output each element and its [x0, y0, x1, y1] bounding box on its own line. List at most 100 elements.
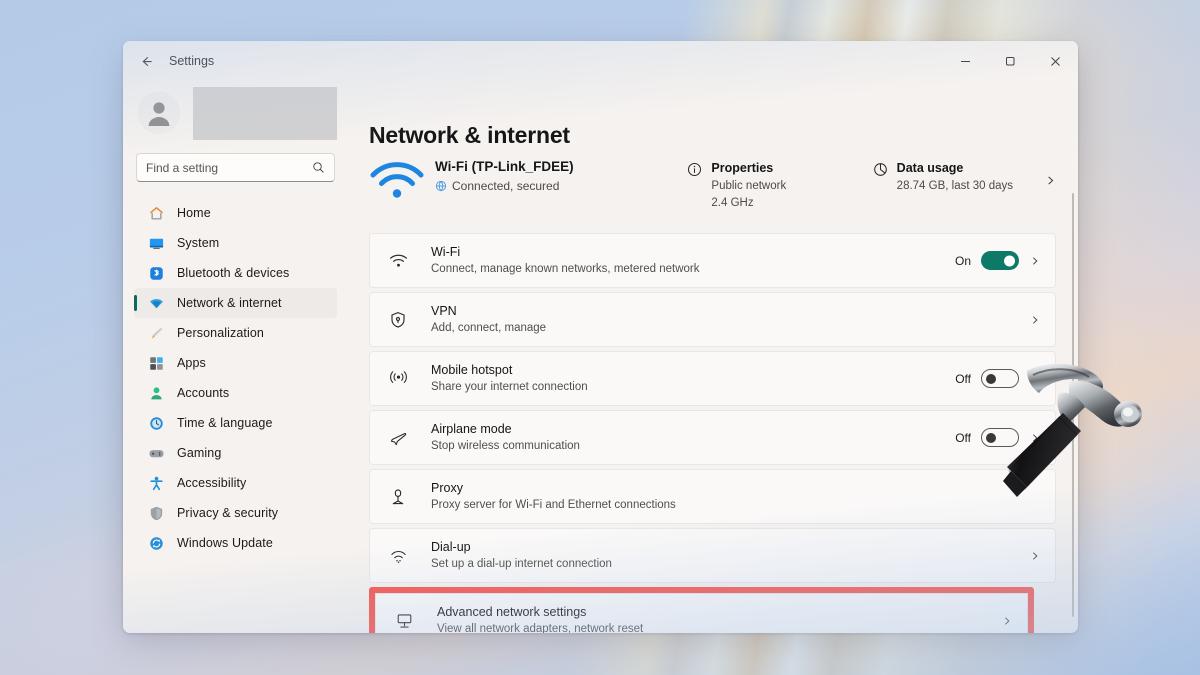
- proxy-icon: [387, 488, 409, 506]
- sidebar-item-home[interactable]: Home: [134, 198, 337, 228]
- row-title: Dial-up: [431, 540, 471, 554]
- advanced-network-icon: [393, 612, 415, 630]
- sidebar-item-privacy-security[interactable]: Privacy & security: [134, 498, 337, 528]
- wifi-icon: [387, 253, 409, 269]
- row-subtitle: Add, connect, manage: [431, 322, 547, 334]
- mobile-hotspot-toggle[interactable]: [981, 369, 1019, 388]
- mobile-hotspot-icon: [387, 370, 409, 388]
- maximize-button[interactable]: [988, 41, 1033, 81]
- chevron-right-icon[interactable]: [1029, 256, 1041, 266]
- window-controls: [943, 41, 1078, 81]
- sidebar-item-label: Bluetooth & devices: [177, 266, 290, 280]
- settings-row-mobile-hotspot[interactable]: Mobile hotspot Share your internet conne…: [369, 351, 1056, 406]
- sidebar-item-accounts[interactable]: Accounts: [134, 378, 337, 408]
- sidebar-item-label: Home: [177, 206, 211, 220]
- row-controls: Off: [955, 369, 1041, 388]
- settings-rows: Wi-Fi Connect, manage known networks, me…: [369, 233, 1078, 633]
- settings-window: Settings Find a setting Home System Blue…: [123, 41, 1078, 633]
- data-usage-card[interactable]: Data usage 28.74 GB, last 30 days: [873, 155, 1056, 193]
- sidebar-item-bluetooth-devices[interactable]: Bluetooth & devices: [134, 258, 337, 288]
- row-title: Proxy: [431, 481, 463, 495]
- window-titlebar: Settings: [123, 41, 1078, 81]
- sidebar-item-system[interactable]: System: [134, 228, 337, 258]
- globe-icon: [435, 180, 447, 192]
- sidebar-item-label: Personalization: [177, 326, 264, 340]
- sidebar-item-label: Apps: [177, 356, 206, 370]
- settings-row-vpn[interactable]: VPN Add, connect, manage: [369, 292, 1056, 347]
- row-subtitle: Share your internet connection: [431, 381, 588, 393]
- settings-row-dial-up[interactable]: Dial-up Set up a dial-up internet connec…: [369, 528, 1056, 583]
- settings-row-advanced-network-settings[interactable]: Advanced network settings View all netwo…: [375, 593, 1028, 633]
- page-title: Network & internet: [369, 122, 570, 148]
- sidebar-item-windows-update[interactable]: Windows Update: [134, 528, 337, 558]
- settings-row-wifi[interactable]: Wi-Fi Connect, manage known networks, me…: [369, 233, 1056, 288]
- airplane-icon: [387, 429, 409, 447]
- update-icon: [147, 534, 165, 552]
- wifi-toggle[interactable]: [981, 251, 1019, 270]
- row-subtitle: Set up a dial-up internet connection: [431, 558, 612, 570]
- apps-icon: [147, 354, 165, 372]
- row-title: Advanced network settings: [437, 605, 587, 619]
- accessibility-icon: [147, 474, 165, 492]
- shield-icon: [147, 504, 165, 522]
- chevron-right-icon[interactable]: [1001, 616, 1013, 626]
- sidebar-item-label: Time & language: [177, 416, 273, 430]
- properties-card[interactable]: Properties Public network 2.4 GHz: [687, 155, 872, 210]
- content-scrollbar[interactable]: [1072, 193, 1074, 617]
- row-subtitle: Proxy server for Wi-Fi and Ethernet conn…: [431, 499, 676, 511]
- sidebar-item-network-internet[interactable]: Network & internet: [134, 288, 337, 318]
- sidebar-item-gaming[interactable]: Gaming: [134, 438, 337, 468]
- row-title: Wi-Fi: [431, 245, 461, 259]
- row-controls: On: [955, 251, 1041, 270]
- sidebar-item-label: System: [177, 236, 220, 250]
- settings-row-proxy[interactable]: Proxy Proxy server for Wi-Fi and Etherne…: [369, 469, 1056, 524]
- data-usage-title: Data usage: [896, 161, 964, 175]
- chevron-right-icon[interactable]: [1029, 374, 1041, 384]
- content-pane: Network & internet Wi-Fi (TP-Link_FDEE): [348, 81, 1078, 633]
- sidebar-item-accessibility[interactable]: Accessibility: [134, 468, 337, 498]
- chevron-right-icon[interactable]: [1029, 551, 1041, 561]
- airplane-mode-toggle[interactable]: [981, 428, 1019, 447]
- toggle-state-label: Off: [955, 371, 971, 386]
- close-button[interactable]: [1033, 41, 1078, 81]
- sidebar-item-apps[interactable]: Apps: [134, 348, 337, 378]
- highlight-box-advanced-network-settings: Advanced network settings View all netwo…: [369, 587, 1034, 633]
- row-controls: [1029, 551, 1041, 561]
- settings-row-airplane-mode[interactable]: Airplane mode Stop wireless communicatio…: [369, 410, 1056, 465]
- vpn-shield-icon: [387, 311, 409, 329]
- info-icon: [687, 162, 702, 177]
- account-name-redacted: [193, 86, 337, 140]
- row-title: VPN: [431, 304, 457, 318]
- sidebar-item-label: Network & internet: [177, 296, 282, 310]
- toggle-state-label: Off: [955, 430, 971, 445]
- home-icon: [147, 204, 165, 222]
- row-subtitle: Stop wireless communication: [431, 440, 580, 452]
- minimize-button[interactable]: [943, 41, 988, 81]
- sidebar-item-label: Accessibility: [177, 476, 247, 490]
- wifi-signal-icon: [369, 161, 425, 201]
- row-title: Airplane mode: [431, 422, 512, 436]
- back-arrow-icon[interactable]: [129, 46, 163, 76]
- sidebar: Home System: [123, 81, 348, 633]
- row-title: Mobile hotspot: [431, 363, 513, 377]
- sidebar-item-label: Privacy & security: [177, 506, 279, 520]
- brush-icon: [147, 324, 165, 342]
- sidebar-item-personalization[interactable]: Personalization: [134, 318, 337, 348]
- bluetooth-icon: [147, 264, 165, 282]
- user-profile[interactable]: [134, 81, 337, 145]
- chevron-right-icon[interactable]: [1045, 161, 1056, 191]
- desktop-wallpaper: Settings Find a setting Home System Blue…: [0, 0, 1200, 675]
- pie-chart-icon: [873, 162, 888, 177]
- properties-line-1: Public network: [711, 180, 787, 192]
- clock-icon: [147, 414, 165, 432]
- chevron-right-icon[interactable]: [1029, 315, 1041, 325]
- accounts-icon: [147, 384, 165, 402]
- sidebar-item-label: Gaming: [177, 446, 222, 460]
- dial-up-icon: [387, 548, 409, 564]
- chevron-right-icon[interactable]: [1029, 433, 1041, 443]
- search-box[interactable]: [136, 153, 335, 182]
- sidebar-item-time-language[interactable]: Time & language: [134, 408, 337, 438]
- search-input[interactable]: [146, 160, 312, 175]
- row-controls: [1029, 315, 1041, 325]
- connection-status-strip: Wi-Fi (TP-Link_FDEE) Connected, secured: [369, 155, 1078, 223]
